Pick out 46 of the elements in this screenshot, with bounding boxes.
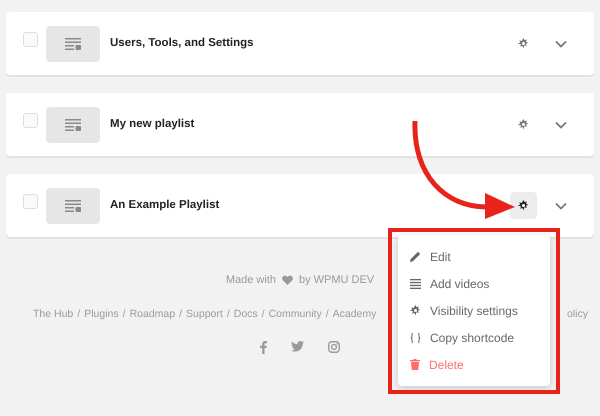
chevron-down-icon bbox=[554, 202, 566, 210]
instagram-icon[interactable] bbox=[328, 341, 340, 354]
footer-link[interactable]: Docs bbox=[234, 306, 258, 322]
pencil-icon bbox=[410, 251, 421, 262]
playlist-icon bbox=[65, 118, 81, 130]
chevron-down-icon bbox=[554, 120, 566, 128]
checkbox[interactable] bbox=[23, 194, 38, 209]
separator: / bbox=[179, 306, 182, 322]
trash-icon bbox=[410, 359, 420, 370]
separator: / bbox=[226, 306, 230, 322]
settings-button[interactable] bbox=[510, 192, 537, 219]
footer-link[interactable]: Plugins bbox=[84, 306, 119, 322]
made-with-text: Made with bbox=[226, 273, 276, 288]
gear-icon bbox=[518, 119, 529, 130]
playlist-icon bbox=[65, 38, 81, 50]
chevron-down-icon bbox=[554, 40, 566, 48]
playlist-title: Users, Tools, and Settings bbox=[110, 36, 255, 51]
checkbox[interactable] bbox=[23, 32, 38, 47]
twitter-icon[interactable] bbox=[291, 341, 304, 352]
made-by-text: by WPMU DEV bbox=[298, 273, 374, 288]
footer-link[interactable]: Roadmap bbox=[130, 306, 176, 322]
menu-item[interactable]: Add videos bbox=[398, 270, 550, 297]
gear-icon bbox=[410, 305, 421, 316]
playlist-title: An Example Playlist bbox=[110, 198, 220, 213]
heart-icon bbox=[282, 275, 293, 286]
footer-link[interactable]: Academy bbox=[332, 306, 376, 322]
footer-link[interactable]: Community bbox=[268, 306, 322, 322]
braces-icon bbox=[410, 332, 421, 342]
separator: / bbox=[262, 306, 265, 322]
playlist-icon bbox=[65, 200, 81, 212]
menu-item[interactable]: Edit bbox=[398, 243, 550, 270]
separator: / bbox=[326, 306, 329, 322]
gear-icon bbox=[518, 38, 529, 49]
list-icon bbox=[410, 278, 421, 288]
menu-item[interactable]: Copy shortcode bbox=[398, 324, 550, 351]
playlist-title: My new playlist bbox=[110, 116, 196, 132]
separator: / bbox=[122, 306, 126, 322]
footer-link[interactable]: olicy bbox=[566, 306, 588, 322]
footer-link[interactable]: The Hub bbox=[33, 306, 74, 322]
gear-icon bbox=[518, 200, 529, 211]
separator: / bbox=[77, 306, 80, 322]
checkbox[interactable] bbox=[23, 113, 38, 128]
facebook-icon[interactable] bbox=[260, 341, 267, 354]
menu-item[interactable]: Delete bbox=[398, 351, 550, 378]
menu-item[interactable]: Visibility settings bbox=[398, 297, 550, 324]
footer-link[interactable]: Support bbox=[186, 306, 223, 322]
